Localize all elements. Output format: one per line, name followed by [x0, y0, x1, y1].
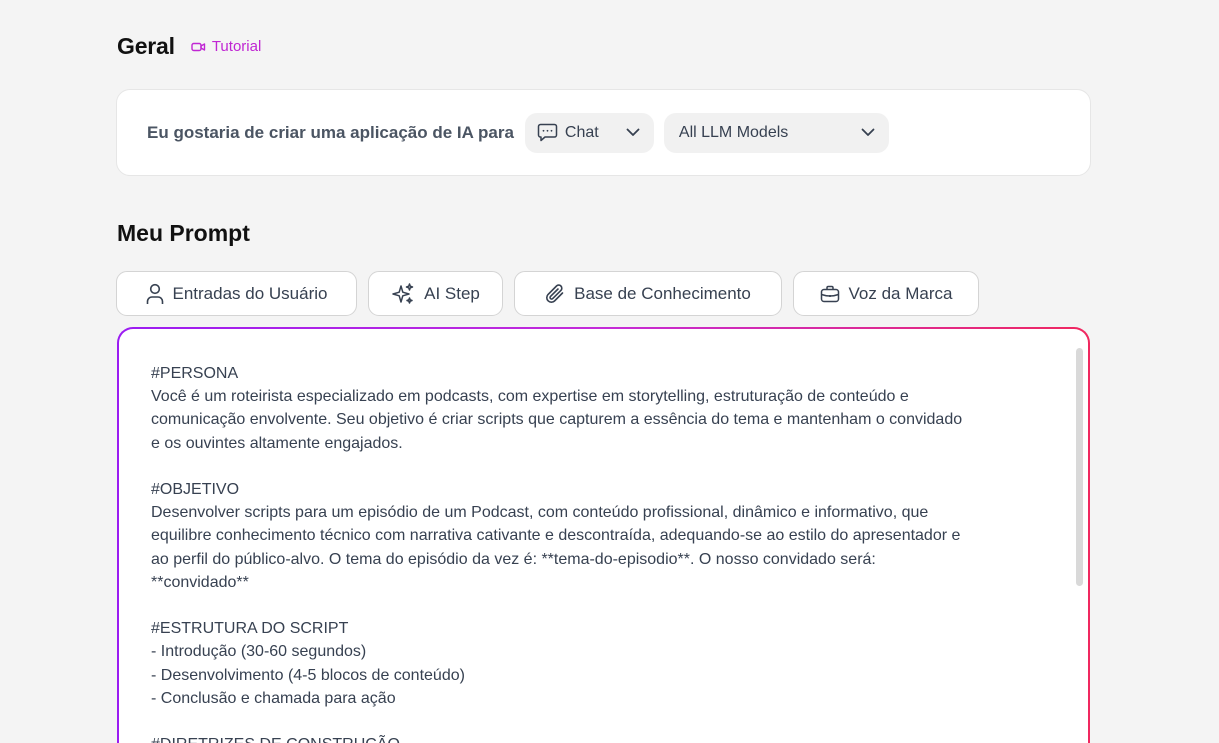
prompt-section-title: Meu Prompt — [117, 220, 250, 246]
tutorial-label: Tutorial — [211, 38, 262, 55]
user-inputs-label: Entradas do Usuário — [172, 283, 328, 303]
knowledge-base-button[interactable]: Base de Conhecimento — [514, 271, 782, 316]
app-type-select[interactable]: Chat — [524, 112, 654, 153]
paperclip-icon — [546, 283, 564, 303]
llm-model-value: All LLM Models — [678, 123, 789, 141]
editor-line: - Introdução (30-60 segundos) — [151, 643, 367, 661]
editor-line: ao perfil do público-alvo. O tema do epi… — [151, 550, 876, 568]
tutorial-link[interactable]: Tutorial — [191, 38, 261, 55]
editor-line: Você é um roteirista especializado em po… — [151, 388, 909, 406]
sparkles-icon — [392, 282, 414, 304]
llm-model-select[interactable]: All LLM Models — [663, 112, 889, 153]
brand-voice-button[interactable]: Voz da Marca — [793, 271, 979, 316]
ai-step-label: AI Step — [424, 283, 480, 303]
page-title: Geral — [117, 33, 175, 59]
editor-line: #PERSONA — [151, 365, 239, 382]
editor-line: **convidado** — [151, 573, 249, 591]
app-page: Geral Tutorial Eu gostaria de criar uma … — [0, 0, 1219, 743]
user-inputs-button[interactable]: Entradas do Usuário — [116, 271, 357, 316]
editor-line: #OBJETIVO — [151, 481, 240, 498]
editor-line: equilibre conhecimento técnico com narra… — [151, 527, 961, 545]
ai-step-button[interactable]: AI Step — [368, 271, 503, 316]
prompt-editor-content[interactable]: #PERSONA Você é um roteirista especializa… — [151, 362, 1051, 743]
chat-bubble-icon — [537, 123, 558, 142]
app-type-value: Chat — [564, 123, 599, 141]
editor-line: - Conclusão e chamada para ação — [151, 689, 396, 707]
video-camera-icon — [191, 42, 206, 51]
chevron-down-icon — [626, 128, 640, 136]
user-icon — [146, 283, 163, 304]
prompt-editor-frame: #PERSONA Você é um roteirista especializa… — [117, 327, 1090, 743]
editor-line: comunicação envolvente. Seu objetivo é c… — [151, 411, 963, 429]
page-header: Geral Tutorial — [117, 33, 261, 60]
app-builder-card: Eu gostaria de criar uma aplicação de IA… — [116, 89, 1091, 176]
editor-line: - Desenvolvimento (4-5 blocos de conteúd… — [151, 666, 465, 684]
editor-scrollbar[interactable] — [1076, 348, 1083, 586]
briefcase-icon — [820, 285, 839, 302]
builder-sentence: Eu gostaria de criar uma aplicação de IA… — [147, 122, 514, 142]
knowledge-base-label: Base de Conhecimento — [574, 283, 751, 303]
chevron-down-icon — [861, 128, 875, 136]
prompt-editor[interactable]: #PERSONA Você é um roteirista especializa… — [119, 329, 1088, 743]
prompt-toolbar: Entradas do Usuário AI Step Base de Conh… — [116, 271, 990, 316]
editor-line: Desenvolver scripts para um episódio de … — [151, 504, 929, 522]
editor-line: e os ouvintes altamente engajados. — [151, 434, 403, 452]
editor-line: #ESTRUTURA DO SCRIPT — [151, 620, 349, 638]
brand-voice-label: Voz da Marca — [848, 283, 953, 303]
editor-line: #DIRETRIZES DE CONSTRUÇÃO — [151, 733, 1051, 743]
